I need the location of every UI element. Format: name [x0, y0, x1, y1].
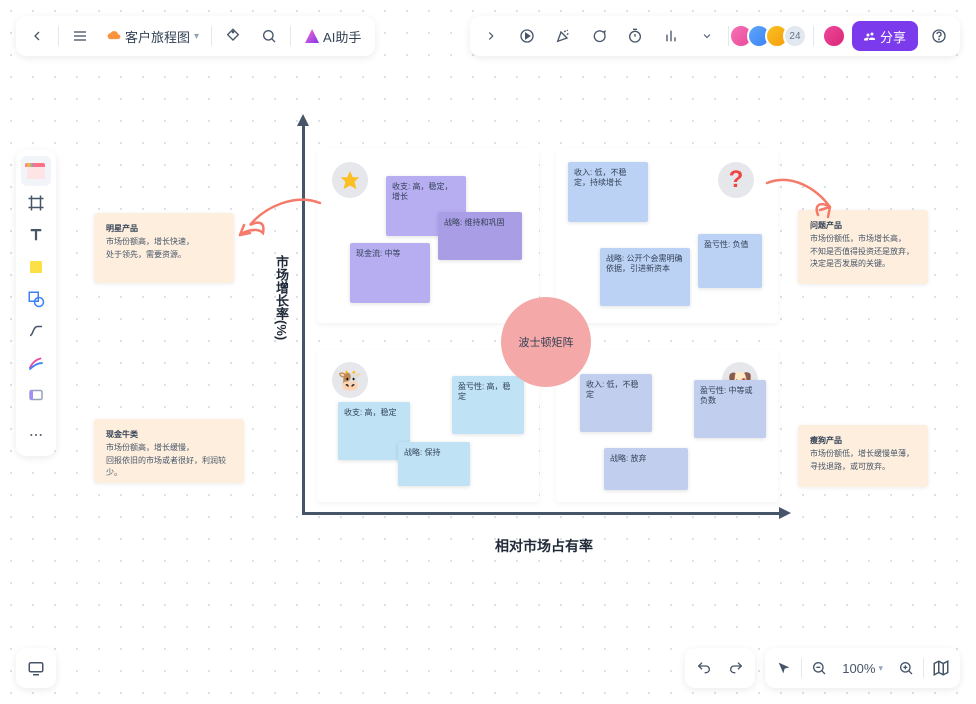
frame-tool[interactable]	[21, 188, 51, 218]
sticky-note[interactable]: 战略: 放弃	[604, 448, 688, 490]
timer-button[interactable]	[620, 21, 650, 51]
avatar-group[interactable]: 24	[735, 24, 807, 48]
sticky-note-tool[interactable]	[21, 252, 51, 282]
sticky-note[interactable]: 战略: 公开个会需明确依据，引进新资本	[600, 248, 690, 306]
separator	[58, 26, 59, 46]
sticky-note[interactable]: 盈亏性: 负值	[698, 234, 762, 288]
confetti-button[interactable]	[548, 21, 578, 51]
document-title-text: 客户旅程图	[125, 27, 190, 46]
sticky-note[interactable]: 战略: 维持和巩固	[438, 212, 522, 260]
more-button[interactable]	[692, 21, 722, 51]
play-button[interactable]	[512, 21, 542, 51]
chevron-down-icon: ▾	[878, 663, 883, 674]
undo-button[interactable]	[689, 653, 719, 683]
pen-tool[interactable]	[21, 348, 51, 378]
ai-assistant-button[interactable]: AI助手	[297, 21, 369, 51]
x-axis	[302, 512, 787, 515]
menu-button[interactable]	[65, 21, 95, 51]
y-axis	[302, 118, 305, 514]
view-tool-group: 100% ▾	[765, 648, 960, 688]
search-button[interactable]	[254, 21, 284, 51]
chevron-down-icon: ▾	[194, 31, 199, 42]
ai-label: AI助手	[323, 27, 361, 46]
zoom-in-button[interactable]	[891, 653, 921, 683]
avatar-overflow-count: 24	[783, 24, 807, 48]
sticky-note[interactable]: 收入: 低，不稳定，持续增长	[568, 162, 648, 222]
slides-button[interactable]	[16, 648, 56, 688]
separator	[801, 658, 802, 678]
help-button[interactable]	[924, 21, 954, 51]
topbar-left-group: 客户旅程图 ▾ AI助手	[16, 16, 375, 56]
question-icon: ?	[718, 162, 754, 198]
matrix-center-label[interactable]: 波士顿矩阵	[501, 297, 591, 387]
separator	[923, 658, 924, 678]
more-tools[interactable]	[21, 420, 51, 450]
callout-top-left[interactable]: 明星产品 市场份额高，增长快速， 处于领先，需要资源。	[94, 213, 234, 283]
arrow-swirl	[762, 175, 842, 225]
cloud-icon	[107, 28, 121, 45]
comment-button[interactable]	[584, 21, 614, 51]
document-title-dropdown[interactable]: 客户旅程图 ▾	[101, 27, 205, 46]
canvas[interactable]: 市场增长率(%) 相对市场占有率 ? 🐮 🐶 收支: 高，稳定，增长 战略: 维…	[0, 0, 976, 704]
y-axis-label: 市场增长率(%)	[272, 255, 291, 340]
x-axis-label: 相对市场占有率	[495, 536, 593, 556]
history-group	[685, 648, 755, 688]
template-icon	[27, 163, 45, 179]
expand-button[interactable]	[476, 21, 506, 51]
shape-tool[interactable]	[21, 284, 51, 314]
sticky-note[interactable]: 现金流: 中等	[350, 243, 430, 303]
callout-bottom-left[interactable]: 现金牛类 市场份额高，增长缓慢， 回报依旧的市场或者很好，利润较少。	[94, 419, 244, 483]
star-icon	[332, 162, 368, 198]
arrow-swirl	[235, 195, 325, 245]
cow-icon: 🐮	[332, 362, 368, 398]
map-button[interactable]	[926, 653, 956, 683]
separator	[290, 26, 291, 46]
share-label: 分享	[880, 27, 906, 46]
tag-button[interactable]	[218, 21, 248, 51]
sticky-note[interactable]: 盈亏性: 高，稳定	[452, 376, 524, 434]
card-tool[interactable]	[21, 380, 51, 410]
ai-icon	[305, 29, 319, 43]
sticky-note[interactable]: 战略: 保持	[398, 442, 470, 486]
pointer-tool[interactable]	[769, 653, 799, 683]
zoom-level-dropdown[interactable]: 100% ▾	[836, 653, 889, 683]
callout-bottom-right[interactable]: 瘦狗产品 市场份额低，增长缓慢单薄， 寻找退路，或可放弃。	[798, 425, 928, 487]
connector-tool[interactable]	[21, 316, 51, 346]
template-tool[interactable]	[21, 156, 51, 186]
side-toolbar	[16, 150, 56, 456]
chart-button[interactable]	[656, 21, 686, 51]
separator	[211, 26, 212, 46]
sticky-note[interactable]: 收入: 低，不稳定	[580, 374, 652, 432]
topbar-right-group: 24 分享	[470, 16, 960, 56]
share-button[interactable]: 分享	[852, 21, 918, 51]
current-user-avatar[interactable]	[822, 24, 846, 48]
sticky-note[interactable]: 盈亏性: 中等或负数	[694, 380, 766, 438]
back-button[interactable]	[22, 21, 52, 51]
separator	[813, 26, 814, 46]
redo-button[interactable]	[721, 653, 751, 683]
zoom-out-button[interactable]	[804, 653, 834, 683]
text-tool[interactable]	[21, 220, 51, 250]
